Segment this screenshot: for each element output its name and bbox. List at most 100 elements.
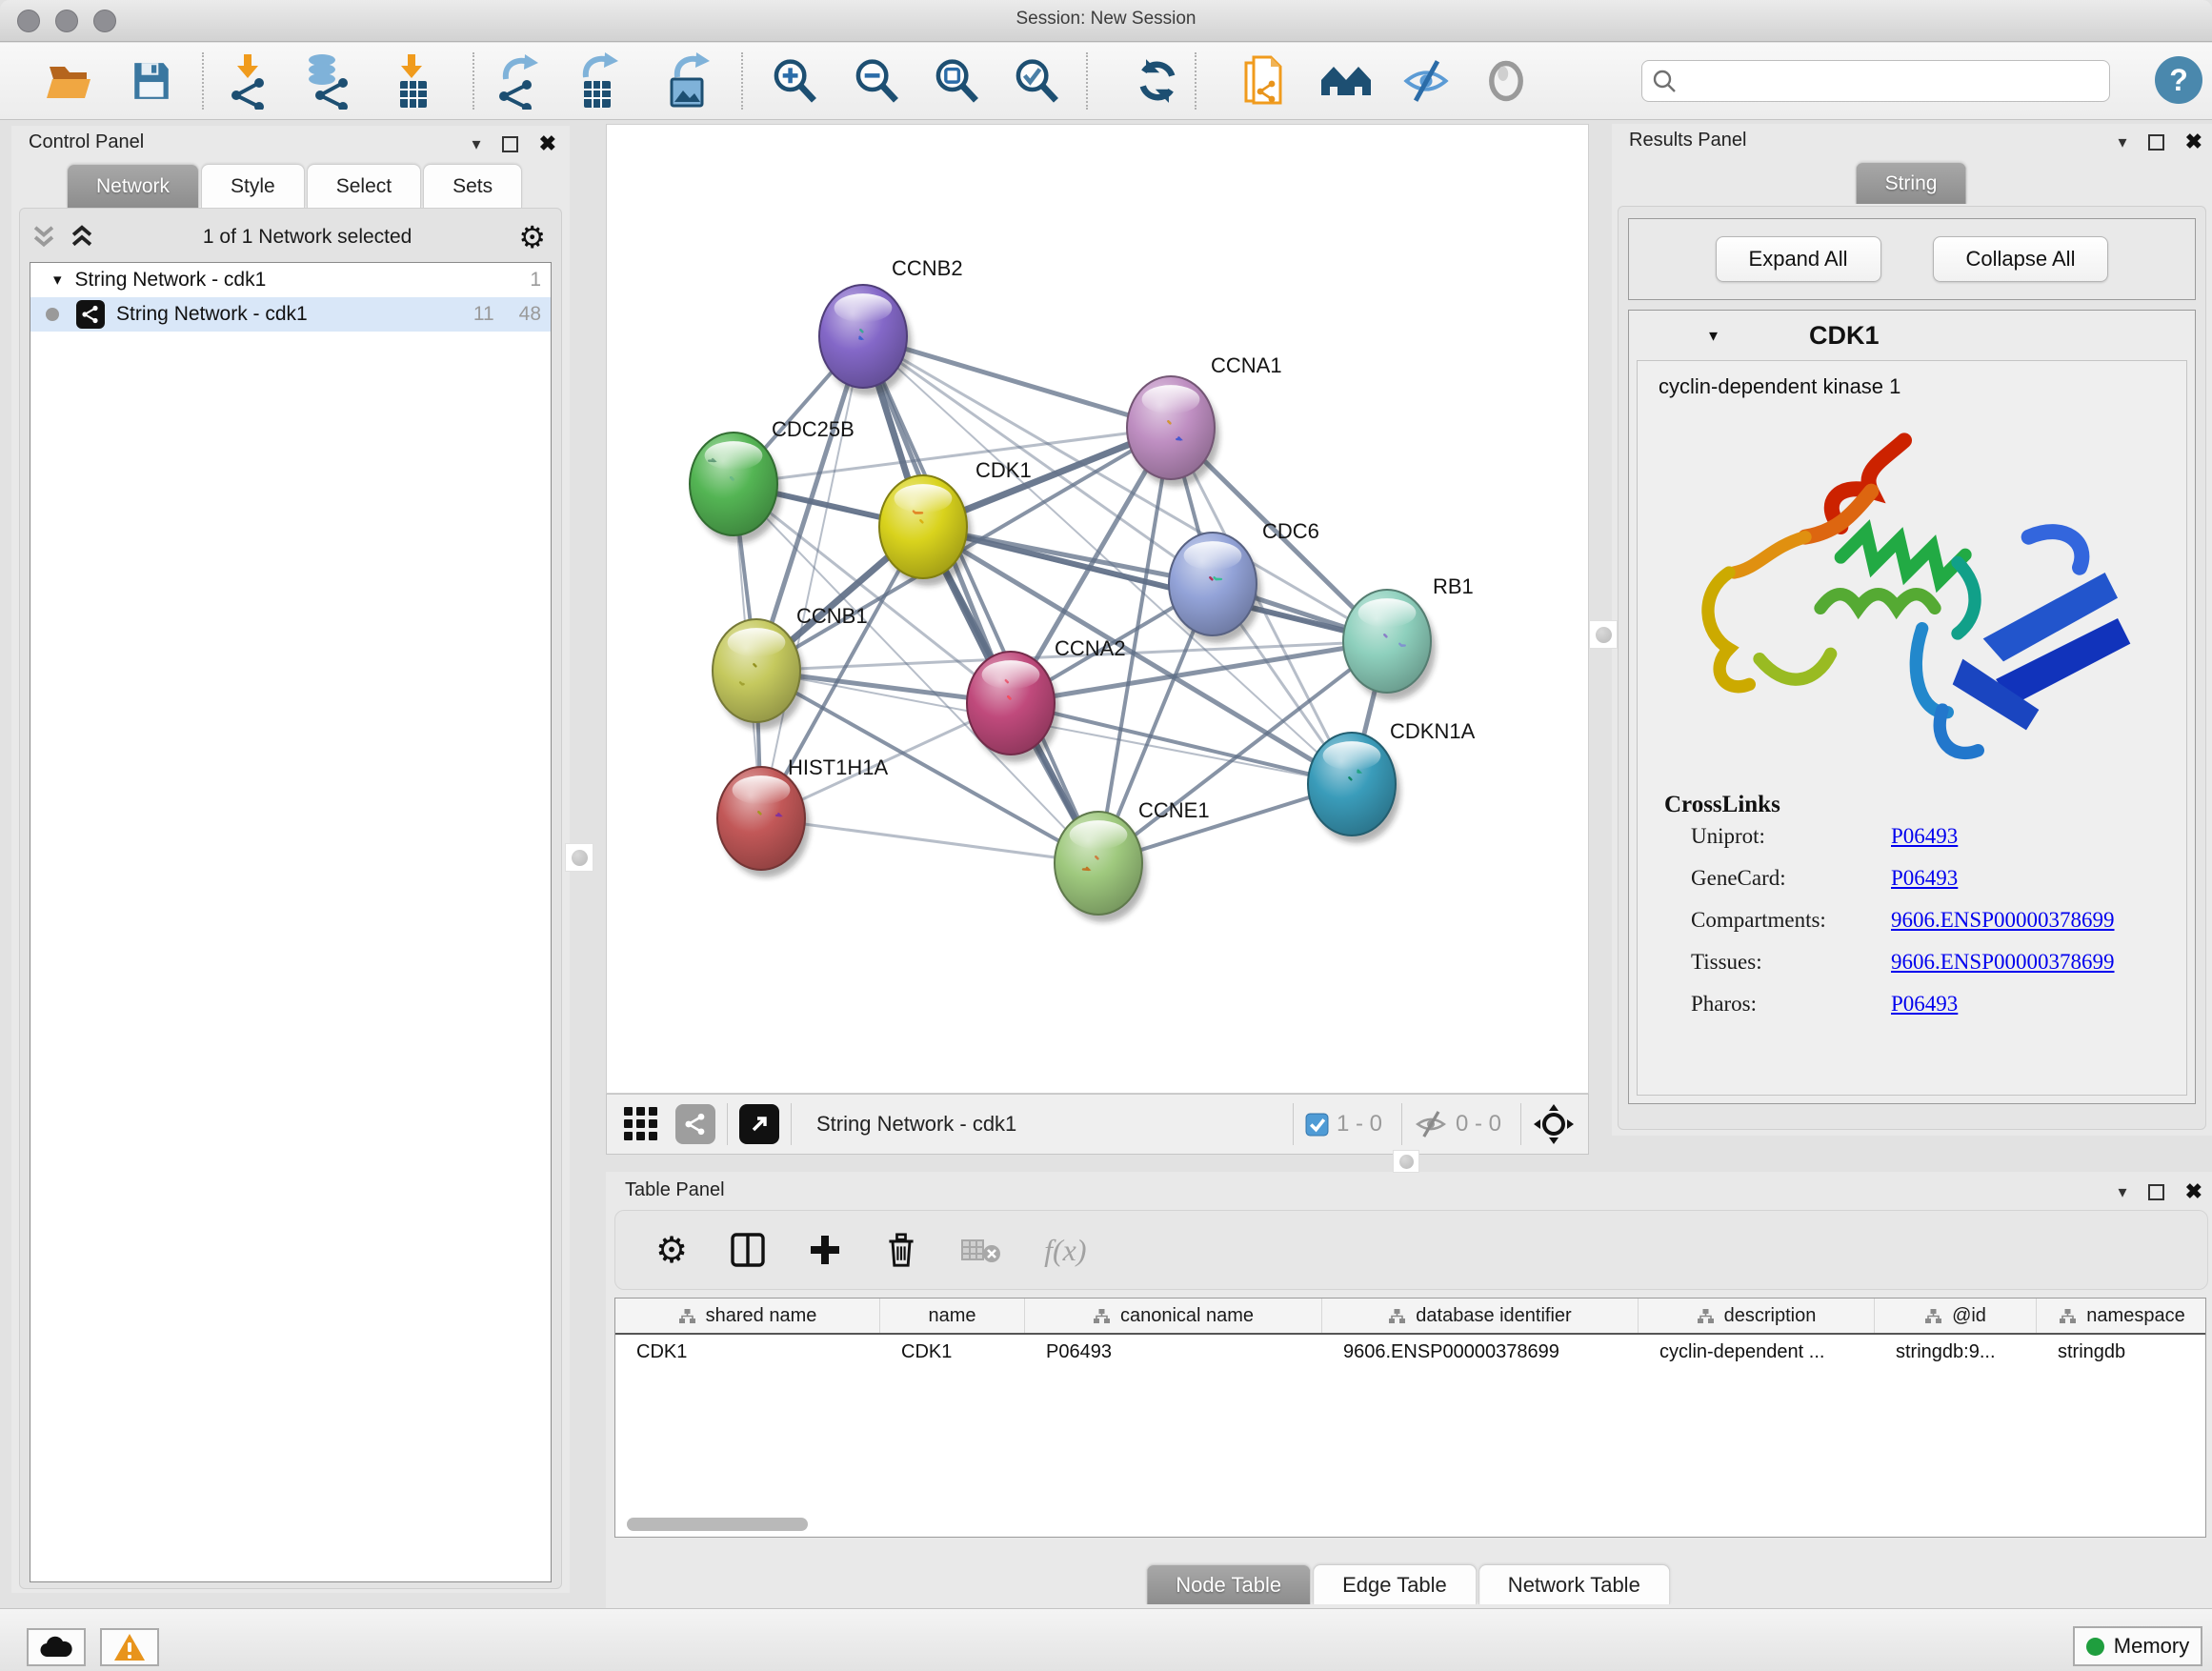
protein-card-header[interactable]: ▾ CDK1 bbox=[1629, 311, 2195, 360]
export-table-button[interactable] bbox=[568, 50, 631, 111]
tab-edge-table[interactable]: Edge Table bbox=[1313, 1564, 1477, 1604]
panel-menu-icon[interactable]: ▾ bbox=[2119, 1182, 2127, 1202]
birds-eye-view-button[interactable] bbox=[1475, 50, 1538, 111]
footer-separator bbox=[1293, 1103, 1294, 1145]
crosslink-link[interactable]: P06493 bbox=[1891, 992, 1958, 1017]
tab-network-table[interactable]: Network Table bbox=[1478, 1564, 1670, 1604]
show-columns-icon[interactable] bbox=[730, 1231, 766, 1269]
delete-table-icon-disabled[interactable] bbox=[960, 1235, 1002, 1265]
delete-column-icon[interactable] bbox=[884, 1231, 918, 1269]
network-row[interactable]: String Network - cdk1 11 48 bbox=[30, 297, 551, 332]
import-network-from-database-button[interactable] bbox=[295, 50, 358, 111]
svg-text:CCNA2: CCNA2 bbox=[1055, 636, 1126, 660]
network-collection-row[interactable]: ▾ String Network - cdk1 1 bbox=[30, 263, 551, 297]
close-panel-icon[interactable]: ✖ bbox=[2185, 130, 2202, 154]
float-panel-icon[interactable] bbox=[502, 136, 518, 152]
column-header-namespace[interactable]: namespace bbox=[2037, 1299, 2206, 1333]
network-node-CDC25B[interactable]: CDC25B bbox=[690, 417, 855, 543]
crosshair-icon[interactable] bbox=[1533, 1103, 1575, 1145]
table-row[interactable]: CDK1CDK1P064939606.ENSP00000378699cyclin… bbox=[615, 1335, 2205, 1369]
selected-checkbox-icon[interactable] bbox=[1305, 1113, 1329, 1137]
expand-all-icon[interactable] bbox=[68, 224, 96, 251]
column-header-name[interactable]: name bbox=[880, 1299, 1025, 1333]
table-cell[interactable]: 9606.ENSP00000378699 bbox=[1322, 1335, 1639, 1369]
network-node-CDC6[interactable]: CDC6 bbox=[1169, 519, 1319, 643]
left-splitter-handle[interactable] bbox=[565, 843, 593, 872]
network-node-RB1[interactable]: RB1 bbox=[1343, 574, 1474, 700]
crosslink-link[interactable]: P06493 bbox=[1891, 866, 1958, 891]
add-column-icon[interactable] bbox=[808, 1233, 842, 1267]
redraw-network-button[interactable] bbox=[1126, 50, 1189, 111]
close-panel-icon[interactable]: ✖ bbox=[539, 131, 556, 156]
import-network-from-file-button[interactable] bbox=[217, 50, 280, 111]
tab-style[interactable]: Style bbox=[201, 164, 305, 208]
memory-button[interactable]: Memory bbox=[2073, 1626, 2202, 1666]
column-header-description[interactable]: description bbox=[1639, 1299, 1875, 1333]
column-header-shared-name[interactable]: shared name bbox=[615, 1299, 880, 1333]
clone-network-button[interactable] bbox=[1233, 50, 1296, 111]
tab-sets[interactable]: Sets bbox=[423, 164, 522, 208]
export-image-button[interactable] bbox=[657, 50, 720, 111]
network-view-canvas[interactable]: CCNB2 CCNA1 CDC25B CDK1 CDC6 bbox=[606, 124, 1589, 1094]
export-network-button[interactable] bbox=[488, 50, 551, 111]
cloud-status-button[interactable] bbox=[27, 1628, 86, 1666]
table-cell[interactable]: stringdb bbox=[2037, 1335, 2206, 1369]
table-cell[interactable]: cyclin-dependent ... bbox=[1639, 1335, 1875, 1369]
table-cell[interactable]: P06493 bbox=[1025, 1335, 1322, 1369]
float-panel-icon[interactable] bbox=[2148, 134, 2164, 151]
column-header-database-identifier[interactable]: database identifier bbox=[1322, 1299, 1639, 1333]
network-node-CCNE1[interactable]: CCNE1 bbox=[1055, 798, 1210, 922]
float-panel-icon[interactable] bbox=[2148, 1184, 2164, 1200]
protein-name: CDK1 bbox=[1809, 321, 1880, 351]
table-cell[interactable]: CDK1 bbox=[615, 1335, 880, 1369]
close-panel-icon[interactable]: ✖ bbox=[2185, 1179, 2202, 1204]
network-node-HIST1H1A[interactable]: HIST1H1A bbox=[717, 755, 888, 877]
network-node-CCNB2[interactable]: CCNB2 bbox=[819, 256, 963, 395]
column-header-canonical-name[interactable]: canonical name bbox=[1025, 1299, 1322, 1333]
expand-all-button[interactable]: Expand All bbox=[1716, 236, 1881, 282]
zoom-out-button[interactable] bbox=[844, 50, 907, 111]
hidden-eye-icon[interactable] bbox=[1414, 1109, 1448, 1139]
table-cell[interactable]: CDK1 bbox=[880, 1335, 1025, 1369]
node-table[interactable]: shared namenamecanonical namedatabase id… bbox=[614, 1298, 2206, 1538]
network-node-CDKN1A[interactable]: CDKN1A bbox=[1308, 719, 1476, 843]
grid-view-icon[interactable] bbox=[622, 1105, 660, 1143]
panel-menu-icon[interactable]: ▾ bbox=[2119, 132, 2127, 152]
home-view-button[interactable] bbox=[1315, 50, 1377, 111]
help-button[interactable]: ? bbox=[2155, 56, 2202, 104]
warnings-button[interactable] bbox=[100, 1628, 159, 1666]
collapse-all-icon[interactable] bbox=[30, 224, 58, 251]
open-session-button[interactable] bbox=[38, 50, 101, 111]
network-share-view-icon[interactable] bbox=[675, 1104, 715, 1144]
tab-node-table[interactable]: Node Table bbox=[1146, 1564, 1311, 1604]
gear-icon[interactable]: ⚙ bbox=[518, 219, 546, 255]
table-settings-gear-icon[interactable]: ⚙ bbox=[655, 1229, 688, 1272]
crosslink-link[interactable]: P06493 bbox=[1891, 824, 1958, 849]
zoom-selected-button[interactable] bbox=[1004, 50, 1067, 111]
horizontal-scrollbar[interactable] bbox=[627, 1518, 808, 1531]
crosslink-link[interactable]: 9606.ENSP00000378699 bbox=[1891, 950, 2115, 975]
collapse-protein-icon[interactable]: ▾ bbox=[1709, 326, 1718, 346]
detach-view-button[interactable] bbox=[739, 1104, 779, 1144]
save-session-button[interactable] bbox=[120, 50, 183, 111]
crosslink-link[interactable]: 9606.ENSP00000378699 bbox=[1891, 908, 2115, 933]
horizontal-splitter-handle[interactable] bbox=[1393, 1150, 1419, 1173]
network-node-CCNA1[interactable]: CCNA1 bbox=[1127, 353, 1282, 487]
tab-network[interactable]: Network bbox=[67, 164, 199, 208]
search-box[interactable] bbox=[1641, 60, 2110, 102]
tab-select[interactable]: Select bbox=[307, 164, 421, 208]
hide-graphics-details-button[interactable] bbox=[1395, 50, 1458, 111]
panel-menu-icon[interactable]: ▾ bbox=[473, 134, 481, 154]
import-table-from-file-button[interactable] bbox=[381, 50, 444, 111]
tab-string[interactable]: String bbox=[1856, 162, 1967, 204]
function-builder-button-disabled[interactable]: f(x) bbox=[1044, 1233, 1086, 1268]
collection-expand-icon[interactable]: ▾ bbox=[53, 271, 62, 290]
collapse-all-button[interactable]: Collapse All bbox=[1933, 236, 2109, 282]
right-splitter-handle[interactable] bbox=[1589, 620, 1618, 649]
column-header-@id[interactable]: @id bbox=[1875, 1299, 2037, 1333]
table-cell[interactable]: stringdb:9... bbox=[1875, 1335, 2037, 1369]
zoom-fit-button[interactable] bbox=[924, 50, 987, 111]
string-network-graph[interactable]: CCNB2 CCNA1 CDC25B CDK1 CDC6 bbox=[607, 125, 1588, 1093]
zoom-in-button[interactable] bbox=[762, 50, 825, 111]
search-input[interactable] bbox=[1677, 70, 2086, 92]
